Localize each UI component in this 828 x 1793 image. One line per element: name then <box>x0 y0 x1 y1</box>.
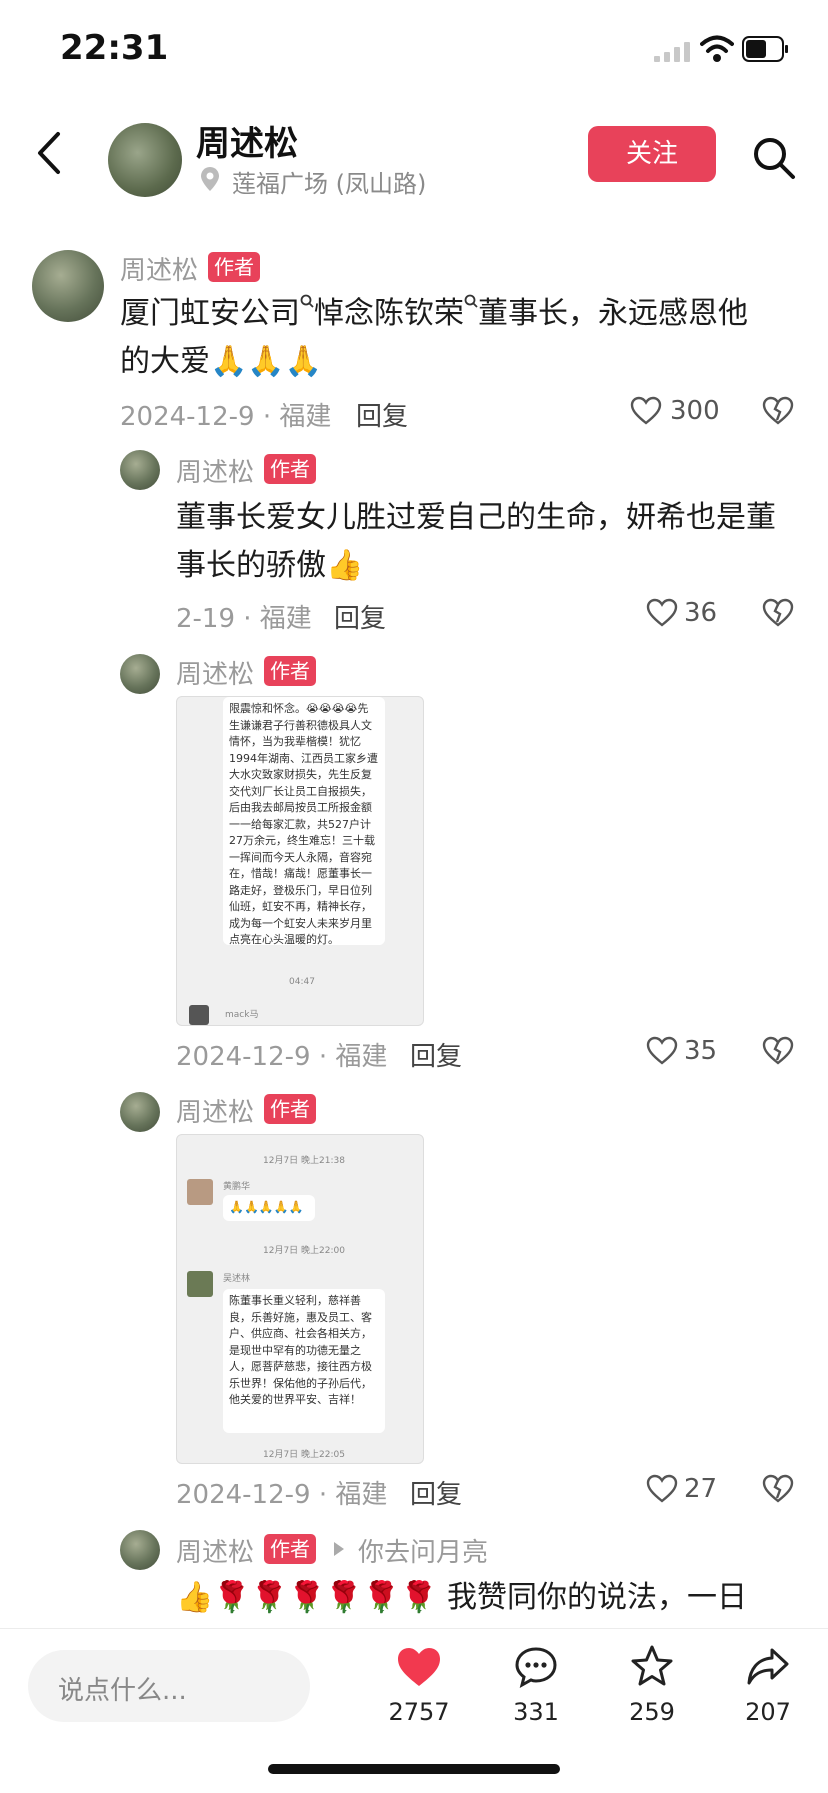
comment-text: 厦门虹安公司 悼念陈钦荣 董事长，永远感恩他 的大爱🙏🙏🙏 <box>120 294 748 379</box>
like-count: 36 <box>684 598 718 628</box>
comment-image[interactable]: 12月7日 晚上21:38 黄鹏华 🙏🙏🙏🙏🙏 12月7日 晚上22:00 吴述… <box>176 1134 424 1464</box>
home-indicator <box>268 1764 560 1774</box>
chat-avatar <box>189 1005 209 1025</box>
chat-avatar <box>187 1271 213 1297</box>
header-location[interactable]: 莲福广场 (凤山路) <box>232 164 426 199</box>
search-icon[interactable] <box>752 136 796 180</box>
search-link-icon[interactable] <box>464 294 478 316</box>
author-badge: 作者 <box>264 454 316 484</box>
avatar[interactable] <box>120 450 160 490</box>
share-total: 207 <box>745 1698 791 1726</box>
avatar[interactable] <box>32 250 104 322</box>
comment-input-placeholder[interactable]: 说点什么... <box>58 1670 187 1707</box>
chat-sender: mack马 <box>225 1010 259 1020</box>
chat-bubble: 限震惊和怀念。😭😭😭😭先生谦谦君子行善积德极具人文情怀，当为我辈楷模！犹忆199… <box>223 697 385 945</box>
dislike-icon[interactable] <box>762 1474 794 1504</box>
comment-image[interactable]: 限震惊和怀念。😭😭😭😭先生谦谦君子行善积德极具人文情怀，当为我辈楷模！犹忆199… <box>176 696 424 1026</box>
comment-meta: 2-19 · 福建 <box>176 604 312 634</box>
chat-time: 04:47 <box>289 977 315 987</box>
chat-sender: 黄鹏华 <box>223 1182 251 1192</box>
avatar[interactable] <box>120 1092 160 1132</box>
like-count: 27 <box>684 1474 718 1504</box>
avatar[interactable] <box>120 654 160 694</box>
author-badge: 作者 <box>264 656 316 686</box>
signal-icon <box>654 42 690 62</box>
header-username[interactable]: 周述松 <box>196 116 298 165</box>
search-link-icon[interactable] <box>300 294 314 316</box>
comment-username[interactable]: 周述松 <box>120 250 198 287</box>
heart-icon[interactable] <box>630 396 662 426</box>
reply-button[interactable]: 回复 <box>356 396 408 433</box>
comment-username[interactable]: 周述松 <box>176 1532 254 1569</box>
comment-username[interactable]: 周述松 <box>176 654 254 691</box>
chat-time: 12月7日 晚上22:05 <box>263 1450 345 1460</box>
like-count: 300 <box>670 396 720 426</box>
dislike-icon[interactable] <box>762 396 794 426</box>
heart-icon[interactable] <box>646 598 678 628</box>
author-badge: 作者 <box>264 1094 316 1124</box>
like-total: 2757 <box>388 1698 450 1726</box>
chat-avatar <box>187 1179 213 1205</box>
chat-bubble: 🙏🙏🙏🙏🙏 <box>223 1195 315 1221</box>
author-badge: 作者 <box>208 252 260 282</box>
reply-button[interactable]: 回复 <box>410 1474 462 1511</box>
reply-target[interactable]: 你去问月亮 <box>358 1532 488 1569</box>
star-icon[interactable] <box>630 1644 674 1688</box>
avatar[interactable] <box>120 1530 160 1570</box>
comment-username[interactable]: 周述松 <box>176 452 254 489</box>
comment-meta: 2024-12-9 · 福建 <box>176 1042 388 1072</box>
dislike-icon[interactable] <box>762 1036 794 1066</box>
chat-time: 12月7日 晚上21:38 <box>263 1156 345 1166</box>
header-avatar[interactable] <box>108 123 182 197</box>
share-icon[interactable] <box>746 1646 790 1688</box>
comment-meta: 2024-12-9 · 福建 <box>176 1480 388 1510</box>
comment-total: 331 <box>513 1698 559 1726</box>
chat-sender: 吴述林 <box>223 1274 251 1284</box>
heart-icon[interactable] <box>646 1036 678 1066</box>
comment-text: 董事长爱女儿胜过爱自己的生命，妍希也是董 事长的骄傲👍 <box>176 500 776 583</box>
comment-text: 👍🌹🌹🌹🌹🌹🌹 我赞同你的说法，一日 <box>176 1580 748 1615</box>
follow-button[interactable]: 关注 <box>588 126 716 182</box>
chat-bubble: 陈董事长重义轻利，慈祥善良，乐善好施，惠及员工、客户、供应商、社会各相关方，是现… <box>223 1289 385 1433</box>
reply-arrow-icon <box>334 1542 344 1556</box>
star-total: 259 <box>629 1698 675 1726</box>
comment-meta: 2024-12-9 · 福建 <box>120 402 332 432</box>
reply-button[interactable]: 回复 <box>410 1036 462 1073</box>
location-pin-icon <box>201 167 219 191</box>
status-time: 22:31 <box>60 28 169 68</box>
chat-time: 12月7日 晚上22:00 <box>263 1246 345 1256</box>
back-icon[interactable] <box>30 128 70 178</box>
like-count: 35 <box>684 1036 718 1066</box>
comment-username[interactable]: 周述松 <box>176 1092 254 1129</box>
author-badge: 作者 <box>264 1534 316 1564</box>
comment-icon[interactable] <box>514 1646 558 1688</box>
wifi-icon <box>700 35 734 62</box>
battery-icon <box>742 36 788 62</box>
dislike-icon[interactable] <box>762 598 794 628</box>
heart-icon[interactable] <box>646 1474 678 1504</box>
reply-button[interactable]: 回复 <box>334 598 386 635</box>
like-heart-icon[interactable] <box>396 1646 442 1688</box>
